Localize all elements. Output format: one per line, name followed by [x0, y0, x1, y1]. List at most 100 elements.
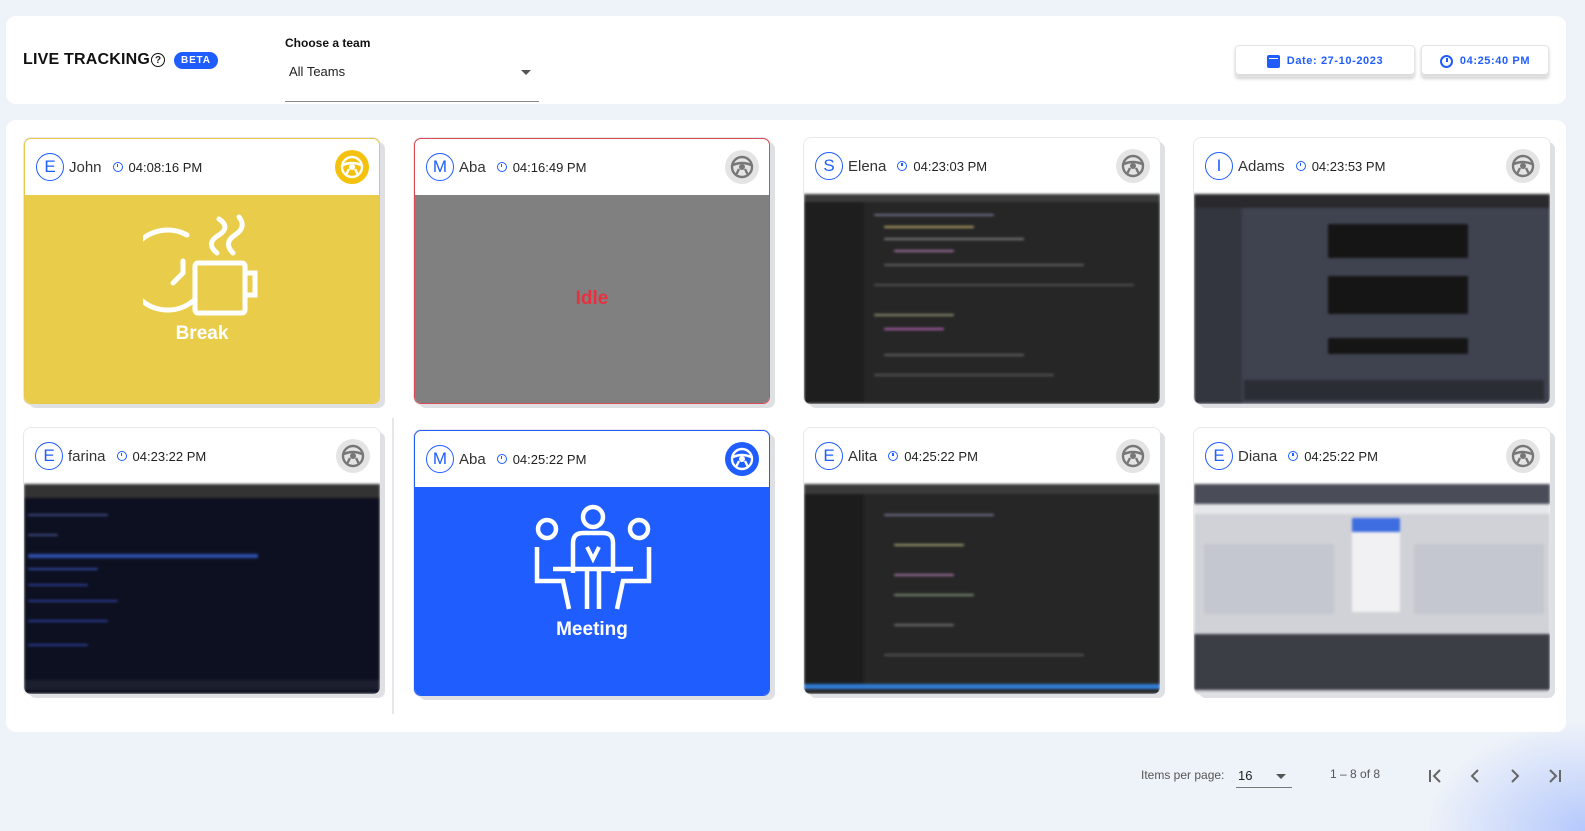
card-header: M Aba 04:25:22 PM: [415, 431, 769, 487]
team-dropdown[interactable]: All Teams: [285, 64, 539, 102]
team-selector: Choose a team All Teams: [285, 36, 539, 102]
time-button[interactable]: 04:25:40 PM: [1421, 45, 1549, 77]
user-name: Elena: [848, 157, 887, 175]
user-initial-avatar: I: [1205, 152, 1233, 180]
break-panel: Break: [25, 195, 379, 403]
date-button[interactable]: Date: 27-10-2023: [1235, 45, 1415, 77]
user-name: Aba: [459, 450, 486, 468]
team-dropdown-value: All Teams: [289, 64, 346, 79]
screenshot-thumbnail[interactable]: [24, 484, 380, 694]
card-header: E Alita 04:25:22 PM: [804, 428, 1160, 484]
chevron-right-icon: [1511, 769, 1520, 783]
card-header: E farina 04:23:22 PM: [24, 428, 380, 484]
clock-icon: [112, 162, 123, 172]
clock-icon: [496, 162, 507, 172]
card-header: I Adams 04:23:53 PM: [1194, 138, 1550, 194]
break-label: Break: [175, 323, 229, 344]
clock-icon: [1288, 451, 1299, 461]
user-card[interactable]: E John 04:08:16 PM Break: [24, 138, 380, 404]
previous-page-button[interactable]: [1462, 763, 1488, 789]
card-header: E Diana 04:25:22 PM: [1194, 428, 1550, 484]
last-seen-time: 04:23:22 PM: [132, 448, 207, 464]
clock-icon: [1295, 161, 1306, 171]
user-name: Adams: [1238, 157, 1285, 175]
team-label: Choose a team: [285, 36, 371, 50]
clock-icon: [116, 451, 127, 461]
user-card[interactable]: M Aba 04:16:49 PM Idle: [414, 138, 770, 404]
clock-icon: [1439, 54, 1453, 68]
user-name: Alita: [848, 447, 878, 465]
card-header: E John 04:08:16 PM: [25, 139, 379, 195]
user-card[interactable]: S Elena 04:23:03 PM: [804, 138, 1160, 404]
next-page-button[interactable]: [1502, 763, 1528, 789]
help-circle-icon[interactable]: ?: [151, 53, 166, 67]
status-wheel-icon[interactable]: [336, 439, 370, 473]
last-seen-time: 04:08:16 PM: [128, 159, 203, 175]
user-card[interactable]: E Diana 04:25:22 PM: [1194, 428, 1550, 694]
status-wheel-icon[interactable]: [1116, 439, 1150, 473]
card-header: S Elena 04:23:03 PM: [804, 138, 1160, 194]
last-page-button[interactable]: [1542, 763, 1568, 789]
clock-icon: [496, 454, 507, 464]
date-label: Date: 27-10-2023: [1286, 55, 1384, 67]
items-per-page-value: 16: [1238, 768, 1253, 783]
page-title: LIVE TRACKING: [23, 51, 151, 68]
last-seen-time: 04:25:22 PM: [512, 451, 587, 467]
first-page-icon: [1429, 769, 1441, 783]
user-initial-avatar: M: [426, 153, 454, 181]
header-bar: LIVE TRACKING ? BETA Choose a team All T…: [6, 16, 1566, 104]
user-name: Diana: [1238, 447, 1278, 465]
user-name: farina: [68, 447, 106, 465]
meeting-icon: [534, 504, 652, 610]
meeting-label: Meeting: [556, 619, 628, 640]
status-wheel-icon[interactable]: [1506, 149, 1540, 183]
first-page-button[interactable]: [1422, 763, 1448, 789]
user-card[interactable]: I Adams 04:23:53 PM: [1194, 138, 1550, 404]
user-initial-avatar: E: [36, 153, 64, 181]
last-seen-time: 04:16:49 PM: [512, 159, 587, 175]
screenshot-thumbnail[interactable]: [1194, 484, 1550, 694]
user-initial-avatar: M: [426, 445, 454, 473]
user-initial-avatar: E: [1205, 442, 1233, 470]
items-per-page-label: Items per page:: [1141, 768, 1225, 782]
user-initial-avatar: S: [815, 152, 843, 180]
last-seen-time: 04:25:22 PM: [904, 448, 978, 464]
column-divider: [392, 418, 394, 714]
card-header: M Aba 04:16:49 PM: [415, 139, 769, 195]
time-label: 04:25:40 PM: [1459, 55, 1531, 67]
last-seen-time: 04:23:03 PM: [913, 158, 988, 174]
chevron-down-icon: [521, 70, 531, 75]
user-initial-avatar: E: [35, 442, 63, 470]
last-page-icon: [1549, 769, 1561, 783]
beta-badge: BETA: [174, 51, 218, 69]
meeting-panel: Meeting: [415, 487, 769, 695]
status-wheel-icon[interactable]: [1506, 439, 1540, 473]
screenshot-thumbnail[interactable]: [804, 194, 1160, 404]
user-name: Aba: [459, 158, 486, 176]
status-wheel-icon[interactable]: [1116, 149, 1150, 183]
clock-icon: [897, 161, 908, 171]
user-initial-avatar: E: [815, 442, 843, 470]
chevron-left-icon: [1470, 769, 1479, 783]
screenshot-thumbnail[interactable]: [1194, 194, 1550, 404]
user-card[interactable]: M Aba 04:25:22 PM Meeting: [414, 430, 770, 696]
status-wheel-icon[interactable]: [335, 150, 369, 184]
title-group: LIVE TRACKING ? BETA: [23, 51, 218, 69]
idle-label: Idle: [575, 288, 609, 309]
status-wheel-icon[interactable]: [725, 442, 759, 476]
chevron-down-icon: [1276, 774, 1286, 779]
status-wheel-icon[interactable]: [725, 150, 759, 184]
last-seen-time: 04:25:22 PM: [1304, 448, 1378, 464]
last-seen-time: 04:23:53 PM: [1311, 158, 1386, 174]
items-per-page-select[interactable]: 16: [1236, 766, 1292, 788]
coffee-break-icon: [143, 214, 258, 316]
calendar-icon: [1266, 54, 1280, 68]
clock-icon: [888, 451, 899, 461]
page-range-label: 1 – 8 of 8: [1330, 767, 1381, 781]
user-card[interactable]: E Alita 04:25:22 PM: [804, 428, 1160, 694]
idle-panel: Idle: [415, 195, 769, 403]
user-card[interactable]: E farina 04:23:22 PM: [24, 428, 380, 694]
user-name: John: [69, 158, 102, 176]
screenshot-thumbnail[interactable]: [804, 484, 1160, 694]
pagination-bar: Items per page: 16 1 – 8 of 8: [0, 760, 1585, 800]
